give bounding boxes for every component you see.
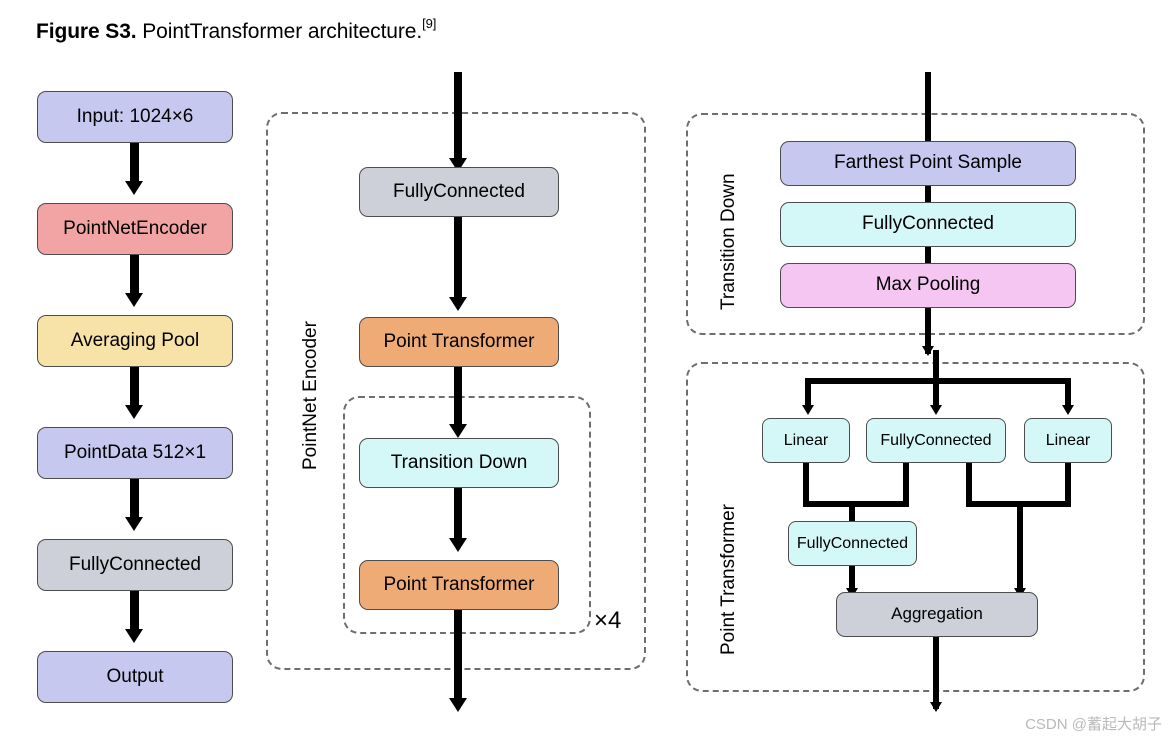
node-transition-down[interactable]: Transition Down [359,438,559,488]
arrowhead-branch-center [930,405,942,415]
node-max-pooling[interactable]: Max Pooling [780,263,1076,308]
node-input[interactable]: Input: 1024×6 [37,91,233,143]
connector-td-to-pt [454,488,462,540]
csdn-watermark: CSDN @蓄起大胡子 [1025,716,1162,733]
group-label-transition-down: Transition Down [718,173,739,310]
citation-reference: [9] [422,16,437,31]
connector-input-to-encoder [130,143,139,183]
connector-encoder-to-pool [130,255,139,295]
connector-left-merge-bus [803,501,909,507]
node-fully-connected-merge[interactable]: FullyConnected [788,521,917,566]
node-linear-left[interactable]: Linear [762,418,850,463]
connector-out-of-point-transformer [933,637,939,709]
connector-left-merge-into-fc [849,501,855,523]
connector-into-encoder-group [454,72,462,160]
node-averaging-pool[interactable]: Averaging Pool [37,315,233,367]
connector-right-merge-into-aggregation [1017,501,1023,594]
connector-pool-to-pointdata [130,367,139,407]
group-label-pointnet-encoder: PointNet Encoder [300,321,321,470]
arrowhead-td-to-pt [449,538,467,552]
arrowhead-pt-to-repeat-block [449,424,467,438]
node-point-transformer-repeat[interactable]: Point Transformer [359,560,559,610]
figure-caption: Figure S3. PointTransformer architecture… [36,16,437,44]
node-output[interactable]: Output [37,651,233,703]
arrowhead-pool-to-pointdata [125,405,143,419]
figure-canvas: Figure S3. PointTransformer architecture… [0,0,1176,744]
arrowhead-branch-left [802,405,814,415]
arrowhead-input-to-encoder [125,181,143,195]
node-pointnet-encoder[interactable]: PointNetEncoder [37,203,233,255]
arrowhead-encoder-to-pool [125,293,143,307]
node-fully-connected[interactable]: FullyConnected [780,202,1076,247]
node-linear-right[interactable]: Linear [1024,418,1112,463]
node-fully-connected[interactable]: FullyConnected [866,418,1006,463]
connector-pt-to-repeat-block [454,367,462,427]
node-point-data[interactable]: PointData 512×1 [37,427,233,479]
arrowhead-pointdata-to-fc [125,517,143,531]
node-farthest-point-sample[interactable]: Farthest Point Sample [780,141,1076,186]
node-fully-connected[interactable]: FullyConnected [359,167,559,217]
connector-pointdata-to-fc [130,479,139,519]
arrowhead-out-of-point-transformer [930,702,942,712]
arrowhead-out-of-encoder-group [449,698,467,712]
figure-title: PointTransformer architecture. [136,20,423,43]
arrowhead-branch-right [1062,405,1074,415]
arrowhead-fc-to-pt [449,297,467,311]
connector-into-transition-down [925,72,931,150]
node-fully-connected[interactable]: FullyConnected [37,539,233,591]
node-aggregation[interactable]: Aggregation [836,592,1038,637]
figure-number: Figure S3. [36,20,137,43]
group-label-point-transformer: Point Transformer [718,504,739,655]
arrowhead-fc-to-output [125,629,143,643]
connector-fc-to-output [130,591,139,631]
node-point-transformer[interactable]: Point Transformer [359,317,559,367]
repeat-multiplier-label: ×4 [594,607,622,634]
connector-out-of-encoder-group [454,610,462,702]
connector-fc-to-pt [454,217,462,299]
